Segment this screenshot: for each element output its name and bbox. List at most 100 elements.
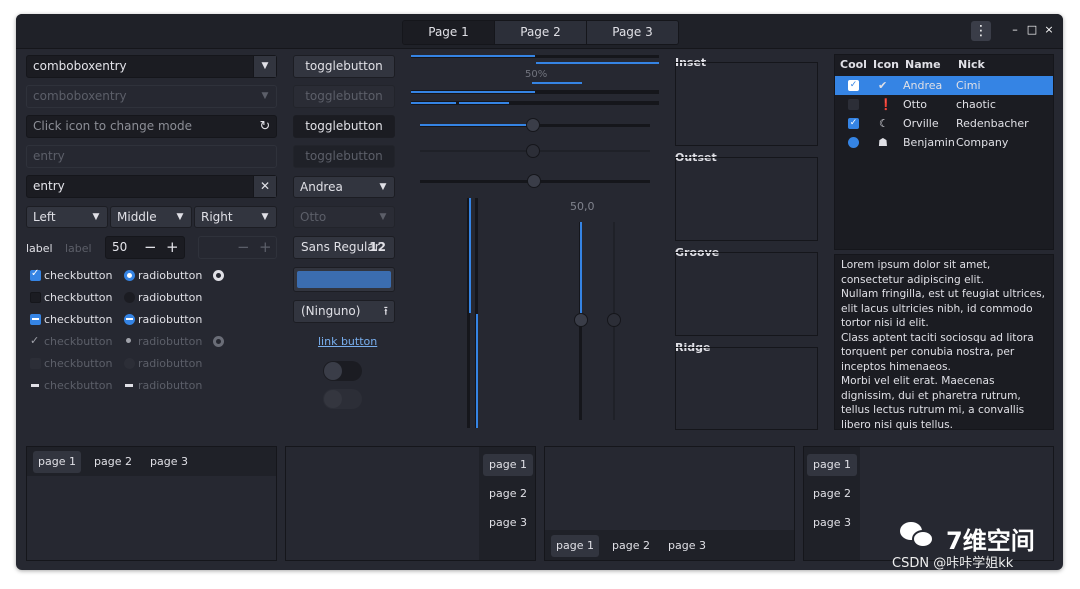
- chevron-down-icon: ▼: [176, 212, 184, 222]
- table-row[interactable]: ❗ Otto chaotic: [835, 95, 1053, 114]
- minus-icon[interactable]: −: [144, 237, 157, 258]
- tab-page-1[interactable]: Page 1: [403, 21, 495, 44]
- plus-icon[interactable]: +: [166, 237, 179, 258]
- notebook-tab[interactable]: page 3: [145, 451, 193, 473]
- column-header-cool[interactable]: Cool: [840, 58, 867, 71]
- checkbox-checked[interactable]: ✓: [848, 80, 859, 91]
- clear-icon[interactable]: ✕: [253, 176, 276, 197]
- checkbox-mixed-disabled: [31, 384, 39, 387]
- radiobutton-label-disabled: radiobutton: [138, 379, 203, 392]
- radiobutton-label-disabled: radiobutton: [138, 335, 203, 348]
- cell-name: Andrea: [903, 79, 943, 92]
- notebook-tab[interactable]: page 1: [33, 451, 81, 473]
- radio-unchecked[interactable]: [124, 292, 135, 303]
- checkbox-unchecked[interactable]: [30, 292, 41, 303]
- radio-checked[interactable]: [124, 270, 135, 281]
- chevron-down-icon[interactable]: ▼: [253, 56, 276, 77]
- selector-left[interactable]: Left ▼: [26, 206, 108, 228]
- spin-value: 50: [112, 240, 128, 254]
- notebook-tab[interactable]: page 3: [483, 512, 533, 534]
- switch-knob: [324, 390, 342, 408]
- column-header-icon[interactable]: Icon: [873, 58, 899, 71]
- chevron-down-icon: ▼: [379, 182, 387, 192]
- hscale-knob[interactable]: [526, 118, 540, 132]
- radio-checked[interactable]: [848, 137, 859, 148]
- notebook-tab[interactable]: page 2: [483, 483, 533, 505]
- kebab-menu-icon[interactable]: ⋮: [971, 21, 991, 41]
- notebook-tab[interactable]: page 1: [483, 454, 533, 476]
- column-header-name[interactable]: Name: [905, 58, 941, 71]
- robot-icon: ☗: [878, 136, 888, 149]
- vscale-fill: [476, 314, 478, 428]
- check-circle-icon: ✔: [878, 79, 888, 92]
- close-icon[interactable]: ×: [1042, 23, 1056, 37]
- checkbox-unchecked[interactable]: [848, 99, 859, 110]
- column-header-nick[interactable]: Nick: [958, 58, 985, 71]
- header-bar: Page 1 Page 2 Page 3 ⋮ – □ ×: [16, 14, 1063, 49]
- tab-page-2[interactable]: Page 2: [495, 21, 587, 44]
- font-button[interactable]: Sans Regular 12: [293, 236, 395, 259]
- switch-off[interactable]: [323, 361, 362, 381]
- combobox-entry-disabled: comboboxentry ▼: [26, 85, 277, 108]
- vscale-knob[interactable]: [574, 313, 588, 327]
- selector-middle-label: Middle: [117, 210, 157, 224]
- combo-andrea[interactable]: Andrea ▼: [293, 176, 395, 198]
- file-chooser-label: (Ninguno): [301, 304, 361, 318]
- selector-middle[interactable]: Middle ▼: [110, 206, 192, 228]
- progress-bar: [411, 55, 535, 57]
- watermark-title: 7维空间: [946, 527, 1035, 555]
- mode-entry-placeholder: Click icon to change mode: [33, 119, 192, 133]
- cell-nick: Redenbacher: [956, 117, 1029, 130]
- toggle-button[interactable]: togglebutton: [293, 55, 395, 78]
- page-switcher: Page 1 Page 2 Page 3: [402, 20, 679, 45]
- notebook-tab[interactable]: page 2: [607, 535, 655, 557]
- hscale-fill: [420, 124, 535, 126]
- checkbutton-label-disabled: checkbutton: [44, 379, 113, 392]
- table-row[interactable]: ✓ ✔ Andrea Cimi: [835, 76, 1053, 95]
- minimize-icon[interactable]: –: [1008, 23, 1022, 37]
- radiobutton-label-disabled: radiobutton: [138, 357, 203, 370]
- spin-button-disabled: − +: [198, 236, 277, 259]
- notebook-top: page 1 page 2 page 3: [26, 446, 277, 561]
- text-view[interactable]: Lorem ipsum dolor sit amet, consectetur …: [834, 254, 1054, 431]
- maximize-icon[interactable]: □: [1025, 23, 1039, 37]
- checkbox-mixed[interactable]: [30, 314, 41, 325]
- combo-otto: Otto ▼: [293, 206, 395, 228]
- radio-mixed[interactable]: [124, 314, 135, 325]
- file-chooser-button[interactable]: (Ninguno) ⭱: [293, 300, 395, 323]
- checkbox-checked[interactable]: ✓: [848, 118, 859, 129]
- chevron-down-icon: ▼: [261, 212, 269, 222]
- combobox-entry[interactable]: comboboxentry ▼: [26, 55, 277, 78]
- level-segment: [411, 102, 456, 104]
- checkbox-checked[interactable]: ✓: [30, 268, 41, 281]
- text-entry[interactable]: entry ✕: [26, 175, 277, 198]
- tab-page-3[interactable]: Page 3: [587, 21, 678, 44]
- frame-inset: [675, 62, 818, 146]
- selector-right[interactable]: Right ▼: [194, 206, 277, 228]
- progress-pulse: [532, 82, 582, 84]
- notebook-bottom: page 1 page 2 page 3: [544, 446, 795, 561]
- spin-button[interactable]: 50 − +: [105, 236, 185, 259]
- notebook-tab[interactable]: page 3: [663, 535, 711, 557]
- level-bar: [411, 91, 535, 93]
- notebook-tab[interactable]: page 3: [807, 512, 857, 534]
- notebook-tab[interactable]: page 1: [551, 535, 599, 557]
- radio-standalone[interactable]: [213, 270, 224, 281]
- table-row[interactable]: ✓ ☾ Orville Redenbacher: [835, 114, 1053, 133]
- color-button[interactable]: [293, 267, 395, 292]
- checkbutton-label-disabled: checkbutton: [44, 357, 113, 370]
- notebook-tab[interactable]: page 2: [807, 483, 857, 505]
- hscale-marks-knob[interactable]: [527, 174, 541, 188]
- radio-disabled-checked: [126, 338, 131, 343]
- link-button[interactable]: link button: [318, 335, 377, 348]
- mode-entry[interactable]: Click icon to change mode ↻: [26, 115, 277, 138]
- notebook-tab[interactable]: page 2: [89, 451, 137, 473]
- table-row[interactable]: ☗ Benjamin Company: [835, 133, 1053, 152]
- notebook-tab[interactable]: page 1: [807, 454, 857, 476]
- notebook-right: page 1 page 2 page 3: [285, 446, 536, 561]
- combobox-entry-disabled-text: comboboxentry: [33, 89, 127, 103]
- minus-icon: −: [237, 238, 250, 256]
- cell-nick: Company: [956, 136, 1009, 149]
- toggle-button-active[interactable]: togglebutton: [293, 115, 395, 138]
- refresh-icon[interactable]: ↻: [254, 116, 276, 137]
